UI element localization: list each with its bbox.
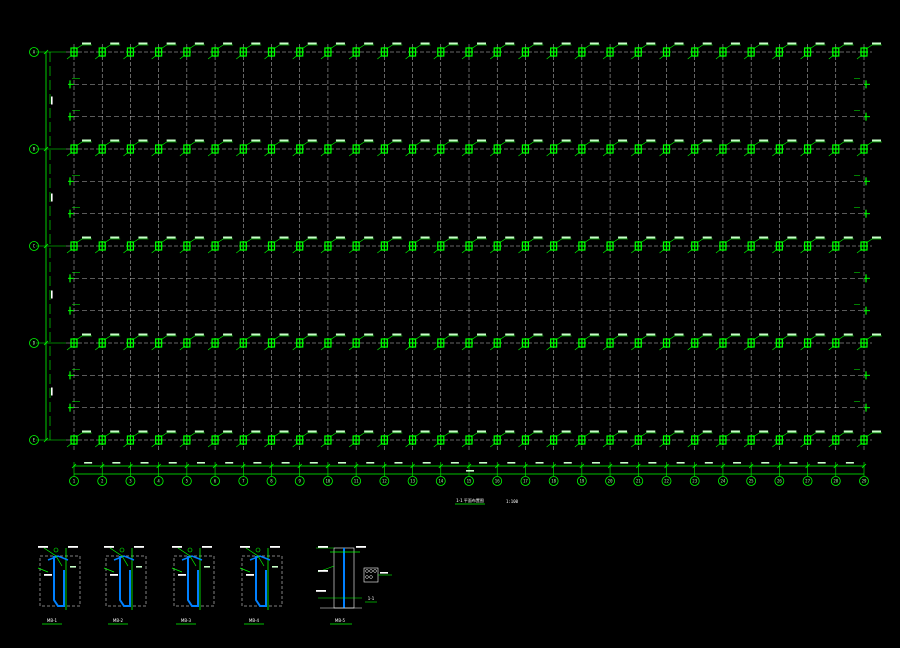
dimension-value-mark xyxy=(817,462,826,464)
dimension-value-mark xyxy=(422,462,431,464)
dimension-value-mark xyxy=(112,462,121,464)
dimension-value-mark xyxy=(140,462,149,464)
column-axis-label: 29 xyxy=(862,479,867,484)
detail-name: MB-3 xyxy=(181,618,192,623)
dimension-value-mark xyxy=(733,462,742,464)
section-label: 1-1 xyxy=(368,596,375,601)
dimension-value-mark xyxy=(761,462,770,464)
dimension-value-mark xyxy=(845,462,854,464)
dimension-value-mark xyxy=(253,462,262,464)
column-axis-label: 16 xyxy=(495,479,500,484)
dimension-value-mark xyxy=(507,462,516,464)
dimension-value-mark xyxy=(648,462,657,464)
cad-drawing-canvas[interactable]: 1 2 3 4 5 6 7 8 9 10 11 12 13 14 15 16 17 18 19 20 21 22 23 24 2… xyxy=(0,0,900,648)
column-axis-label: 18 xyxy=(551,479,556,484)
column-axis-label: 14 xyxy=(438,479,443,484)
dimension-value-mark xyxy=(620,462,629,464)
column-axis-label: 20 xyxy=(608,479,613,484)
column-axis-label: 22 xyxy=(664,479,669,484)
column-axis-label: 15 xyxy=(467,479,472,484)
detail-name: MB-4 xyxy=(249,618,260,623)
dimension-value-mark xyxy=(450,462,459,464)
dimension-value-mark xyxy=(84,462,93,464)
column-axis-label: 17 xyxy=(523,479,528,484)
dimension-value-mark xyxy=(196,462,205,464)
column-axis-label: 27 xyxy=(805,479,810,484)
column-axis-label: 19 xyxy=(579,479,584,484)
dimension-value-mark xyxy=(789,462,798,464)
column-axis-label: 12 xyxy=(382,479,387,484)
column-axis-label: 24 xyxy=(721,479,726,484)
detail-name: MB-1 xyxy=(47,618,58,623)
dimension-value-mark xyxy=(281,462,290,464)
dimension-value-mark xyxy=(225,462,234,464)
dimension-value-mark xyxy=(338,462,347,464)
dimension-value-mark xyxy=(394,462,403,464)
dimension-value-mark xyxy=(535,462,544,464)
dimension-value-mark xyxy=(591,462,600,464)
dimension-value-mark xyxy=(676,462,685,464)
dimension-value-mark xyxy=(704,462,713,464)
dimension-value-mark xyxy=(563,462,572,464)
column-axis-label: 10 xyxy=(326,479,331,484)
column-axis-label: 13 xyxy=(410,479,415,484)
dimension-value-mark xyxy=(168,462,177,464)
column-axis-label: 28 xyxy=(833,479,838,484)
detail-name: MB-2 xyxy=(113,618,124,623)
column-axis-label: 23 xyxy=(692,479,697,484)
plan-scale: 1:100 xyxy=(506,499,519,504)
plan-title: 1-1 平面布置图 xyxy=(456,497,484,503)
detail-name: MB-5 xyxy=(335,618,346,623)
column-axis-label: 26 xyxy=(777,479,782,484)
dimension-value-mark xyxy=(309,462,318,464)
column-axis-label: 25 xyxy=(749,479,754,484)
column-axis-label: 21 xyxy=(636,479,641,484)
dimension-value-mark xyxy=(479,462,488,464)
dimension-value-mark xyxy=(366,462,375,464)
column-axis-label: 11 xyxy=(354,479,359,484)
